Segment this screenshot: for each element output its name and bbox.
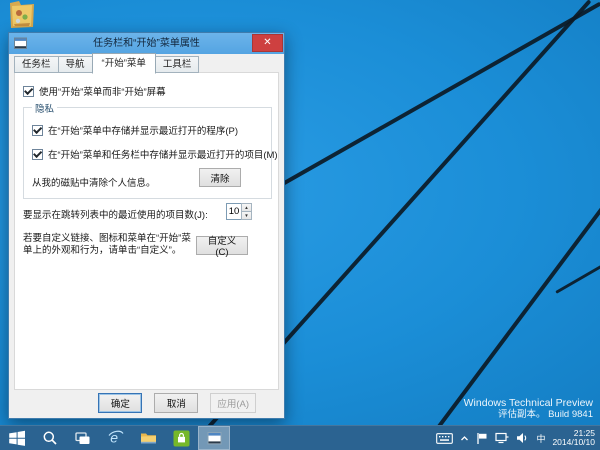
network-button[interactable]: [495, 426, 509, 450]
tab-strip: 任务栏 导航 “开始”菜单 工具栏: [14, 53, 200, 74]
store-button[interactable]: [165, 426, 198, 450]
ok-button[interactable]: 确定: [98, 393, 143, 413]
customize-button[interactable]: 自定义(C): [196, 236, 248, 258]
privacy-group-label: 隐私: [32, 101, 58, 115]
start-icon: [8, 430, 25, 446]
watermark-line2: 评估副本。 Build 9841: [497, 409, 593, 420]
task-view-icon: [75, 431, 90, 444]
volume-button[interactable]: [516, 426, 529, 450]
taskbar-properties-task-button[interactable]: [198, 426, 230, 450]
check-icon: [32, 124, 42, 134]
tab-taskbar[interactable]: 任务栏: [14, 56, 59, 73]
spinner-down-icon[interactable]: ▼: [241, 212, 252, 220]
flag-icon: [477, 432, 487, 444]
store-items-checkbox-row[interactable]: 在“开始”菜单和任务栏中存储并显示最近打开的项目(M): [32, 147, 278, 161]
customize-description: 若要自定义链接、图标和菜单在“开始”菜单上的外观和行为，请单击“自定义”。: [23, 233, 191, 256]
apply-button: 应用(A): [210, 393, 256, 413]
jumplist-count-spinner: ▲ ▼: [226, 203, 252, 220]
use-start-menu-label: 使用“开始”菜单而非“开始”屏幕: [39, 87, 166, 98]
tab-toolbars[interactable]: 工具栏: [154, 56, 200, 73]
start-menu-tab-page: 使用“开始”菜单而非“开始”屏幕 隐私 在“开始”菜单中存储并显示最近打开的程序…: [14, 72, 279, 390]
taskbar-clock[interactable]: 21:25 2014/10/10: [552, 428, 595, 448]
touch-keyboard-icon: [436, 432, 454, 444]
action-center-button[interactable]: [476, 426, 488, 450]
taskbar-properties-window-icon: [207, 431, 221, 444]
file-explorer-button[interactable]: [132, 426, 165, 450]
wallpaper-beam: [257, 1, 600, 200]
cancel-button[interactable]: 取消: [154, 393, 199, 413]
check-icon: [23, 85, 33, 95]
use-start-menu-checkbox-row[interactable]: 使用“开始”菜单而非“开始”屏幕: [23, 84, 166, 98]
spinner-buttons: ▲ ▼: [241, 203, 252, 220]
tab-start-menu[interactable]: “开始”菜单: [91, 53, 156, 74]
taskbar-properties-icon: [14, 37, 27, 50]
store-programs-label: 在“开始”菜单中存储并显示最近打开的程序(P): [48, 126, 238, 137]
dialog-title: 任务栏和“开始”菜单属性: [93, 38, 200, 49]
task-view-button[interactable]: [66, 426, 99, 450]
system-tray: 中 21:25 2014/10/10: [436, 426, 600, 450]
touch-keyboard-button[interactable]: [436, 426, 454, 450]
clear-tiles-label: 从我的磁贴中清除个人信息。: [32, 178, 156, 189]
chevron-up-icon: [461, 435, 469, 440]
tab-navigation[interactable]: 导航: [57, 56, 93, 73]
recycle-bin-icon[interactable]: [6, 0, 38, 33]
internet-explorer-icon: e: [108, 430, 124, 446]
input-language-indicator[interactable]: 中: [536, 432, 545, 445]
privacy-group-box: 隐私 在“开始”菜单中存储并显示最近打开的程序(P) 在“开始”菜单和任务栏中存…: [23, 101, 278, 199]
speaker-icon: [517, 433, 527, 443]
jumplist-count-input[interactable]: [226, 203, 241, 220]
checkbox-checked[interactable]: [32, 124, 43, 136]
internet-explorer-button[interactable]: e: [99, 426, 132, 450]
file-explorer-icon: [141, 433, 156, 444]
dialog-titlebar[interactable]: 任务栏和“开始”菜单属性 ✕: [9, 33, 284, 54]
store-icon: [173, 430, 190, 446]
start-button[interactable]: [0, 426, 33, 450]
search-icon: [43, 431, 57, 445]
wallpaper-beam: [555, 261, 600, 294]
search-button[interactable]: [33, 426, 66, 450]
build-watermark: Windows Technical Preview 评估副本。 Build 98…: [464, 397, 593, 421]
store-programs-checkbox-row[interactable]: 在“开始”菜单中存储并显示最近打开的程序(P): [32, 123, 238, 137]
taskbar-properties-dialog: 任务栏和“开始”菜单属性 ✕ 任务栏 导航 “开始”菜单 工具栏 使用“开始”菜…: [8, 32, 285, 419]
check-icon: [32, 148, 42, 158]
clear-button[interactable]: 清除: [199, 168, 241, 187]
clock-date: 2014/10/10: [552, 437, 595, 447]
checkbox-checked[interactable]: [23, 85, 34, 97]
spinner-up-icon[interactable]: ▲: [241, 203, 252, 212]
checkbox-checked[interactable]: [32, 148, 43, 160]
close-button[interactable]: ✕: [252, 34, 283, 52]
network-icon: [495, 432, 509, 444]
taskbar: e 中 21:25 2014/10/10: [0, 425, 600, 450]
jumplist-count-label: 要显示在跳转列表中的最近使用的项目数(J):: [23, 210, 208, 221]
show-hidden-icons-button[interactable]: [460, 426, 469, 450]
desktop: Windows Technical Preview 评估副本。 Build 98…: [0, 0, 600, 450]
store-items-label: 在“开始”菜单和任务栏中存储并显示最近打开的项目(M): [48, 150, 278, 161]
dialog-footer: 确定 取消 应用(A): [9, 393, 284, 414]
watermark-line1: Windows Technical Preview: [463, 397, 593, 409]
